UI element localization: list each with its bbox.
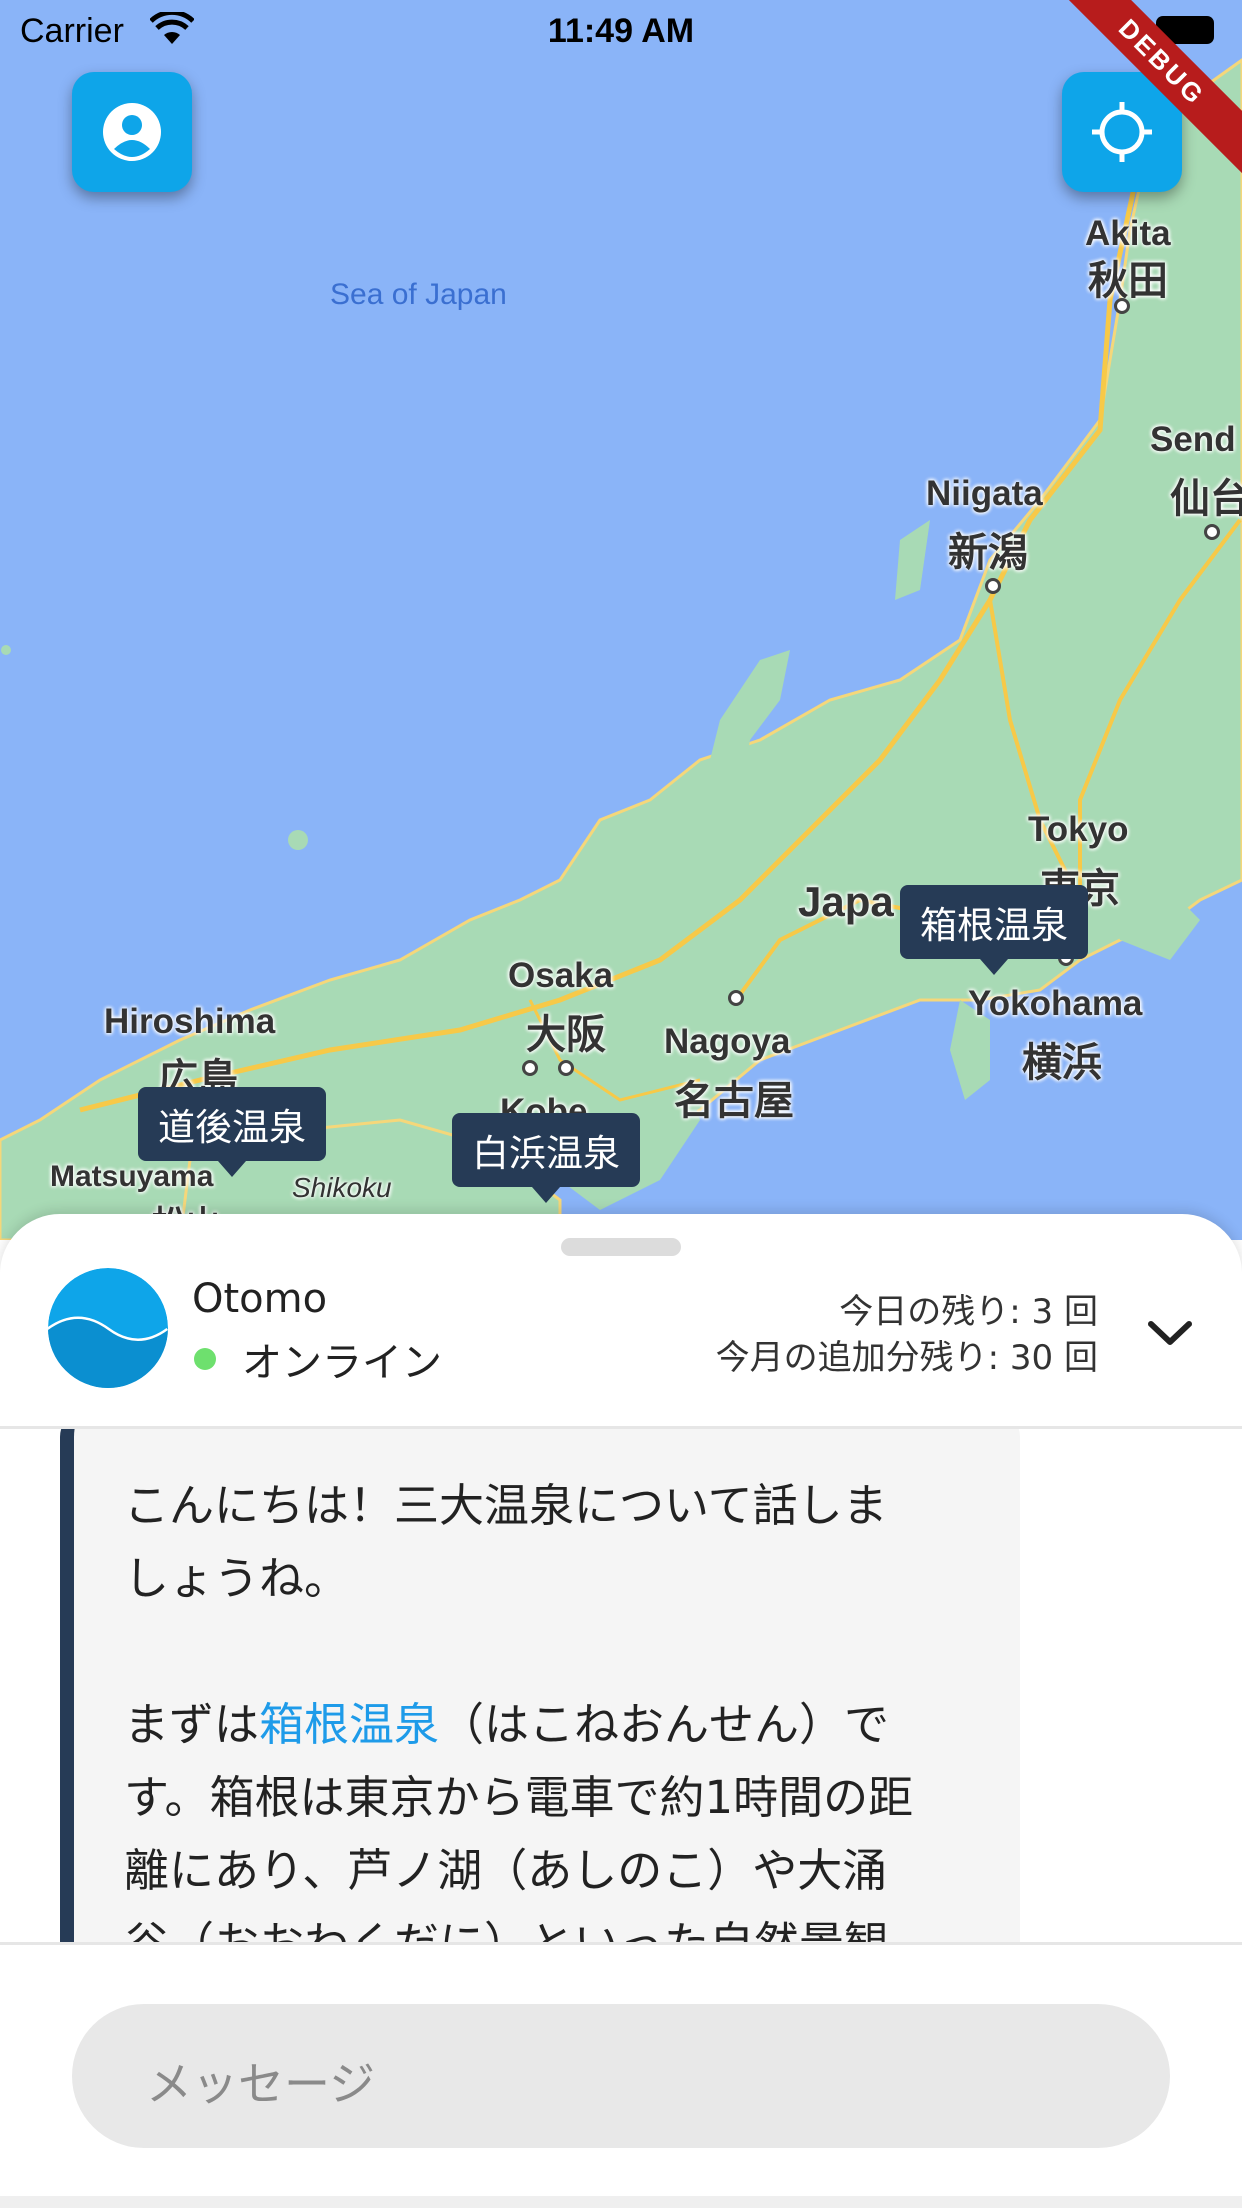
city-label-jp: 新潟 [948,531,1028,575]
bot-message-bubble: こんにちは！三大温泉について話しま しょうね。 まずは箱根温泉（はこねおんせん）… [60,1429,1020,1942]
message-line: す。箱根は東京から電車で約1時間の距 [124,1771,914,1824]
city-label-en: Nagoya [664,1022,791,1061]
message-list[interactable]: こんにちは！三大温泉について話しま しょうね。 まずは箱根温泉（はこねおんせん）… [0,1429,1242,1942]
city-label-jp: 大阪 [526,1013,606,1057]
message-line: 谷（おおわくだに）といった自然景観 [124,1907,970,1942]
city-label-en: Send [1150,420,1236,459]
quota-month: 今月の追加分残り: 30 回 [715,1338,1098,1378]
city-label-en: Tokyo [1028,810,1129,849]
city-label-en: Niigata [926,474,1043,513]
divider [0,1942,1242,1945]
bot-avatar [48,1268,168,1388]
map-marker[interactable]: 箱根温泉 [900,885,1088,975]
message-line: 離にあり、芦ノ湖（あしのこ）や大涌 [124,1844,888,1897]
city-dot [1114,298,1130,314]
city-label-en: Osaka [508,956,614,995]
status-bar: Carrier 11:49 AM [0,0,1242,62]
profile-button[interactable] [72,72,192,192]
city-label-en: Matsuyama [50,1160,214,1193]
region-label: Japa [798,878,894,925]
map-marker[interactable]: 道後温泉 [138,1087,326,1177]
city-label-en: Hiroshima [104,1002,276,1041]
person-icon [103,103,161,161]
quota-today: 今日の残り: 3 回 [839,1292,1098,1332]
message-line: まずは箱根温泉（はこねおんせん）で [124,1688,970,1761]
chevron-down-icon [1148,1321,1192,1345]
city-dot [522,1060,538,1076]
drag-handle[interactable] [561,1238,681,1256]
bottom-edge [0,2196,1242,2208]
message-line: しょうね。 [124,1552,350,1605]
map-view[interactable]: Sea of Japan Akita 秋田 Niigata 新潟 Send 仙台… [0,0,1242,1240]
bot-name: Otomo [192,1276,328,1322]
region-label: Shikoku [292,1172,392,1203]
place-link[interactable]: 箱根温泉 [259,1698,439,1751]
city-label-jp: 横浜 [1022,1041,1102,1085]
message-text: （はこねおんせん）で [439,1698,890,1751]
chat-sheet: Otomo オンライン 今日の残り: 3 回 今月の追加分残り: 30 回 こん… [0,1214,1242,2208]
message-input-placeholder: メッセージ [146,2057,376,2111]
city-label-jp: 仙台 [1170,477,1242,521]
locate-icon [1092,102,1152,162]
city-dot [728,990,744,1006]
city-dot [558,1060,574,1076]
online-status: オンライン [242,1340,442,1386]
city-label-jp: 名古屋 [674,1079,794,1123]
city-label-jp: 秋田 [1088,259,1168,303]
online-indicator [194,1348,216,1370]
city-dot [1204,524,1220,540]
message-input[interactable]: メッセージ [72,2004,1170,2148]
city-dot [985,578,1001,594]
clock: 11:49 AM [547,12,695,50]
map-marker[interactable]: 白浜温泉 [452,1113,640,1203]
message-text: まずは [124,1698,260,1751]
city-label-en: Yokohama [968,984,1143,1023]
collapse-button[interactable] [1130,1298,1210,1368]
message-line: こんにちは！三大温泉について話しま [124,1479,888,1532]
sea-label: Sea of Japan [330,278,507,311]
